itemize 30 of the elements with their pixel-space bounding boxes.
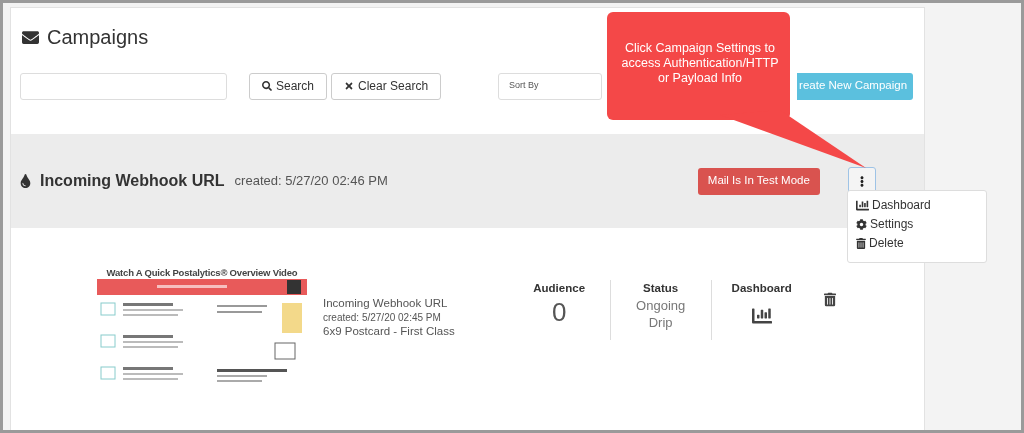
stat-value: 0 xyxy=(551,297,567,328)
campaign-format: 6x9 Postcard - First Class xyxy=(323,324,455,339)
campaign-name: Incoming Webhook URL xyxy=(40,171,225,191)
search-button[interactable]: Search xyxy=(249,72,328,100)
stat-value: Ongoing Drip xyxy=(635,297,687,332)
close-icon xyxy=(344,81,355,91)
search-icon xyxy=(262,81,272,91)
campaign-title: Incoming Webhook URL xyxy=(323,296,449,311)
stat-label: Audience xyxy=(533,281,586,296)
page-title: Campaigns xyxy=(47,25,149,50)
sort-select[interactable]: Sort By xyxy=(498,72,603,100)
chart-icon xyxy=(856,199,869,212)
test-mode-badge: Mail Is In Test Mode xyxy=(697,167,820,195)
menu-item[interactable]: Delete xyxy=(856,236,978,251)
created-date: created: 5/27/20 02:46 PM xyxy=(234,172,388,191)
campaign-date: created: 5/27/20 02:45 PM xyxy=(323,311,442,324)
postcard-heading: Watch A Quick Postalytics® Overview Video xyxy=(105,266,299,279)
droplet-icon xyxy=(20,174,31,188)
menu-item[interactable]: Dashboard xyxy=(856,198,978,213)
callout-text: Click Campaign Settings to access Authentication/HTTP or Payload Info xyxy=(620,41,780,86)
clear-search-button[interactable]: Clear Search xyxy=(331,72,442,100)
stat-label: Dashboard xyxy=(731,281,792,296)
envelope-icon xyxy=(20,28,41,46)
search-field[interactable] xyxy=(20,72,227,100)
stat-label: Status xyxy=(643,281,679,296)
kebab-icon xyxy=(859,175,864,187)
settings-icon xyxy=(856,219,867,230)
trash-icon xyxy=(856,238,866,249)
menu-item[interactable]: Settings xyxy=(856,217,978,232)
trash-icon[interactable] xyxy=(823,292,836,307)
